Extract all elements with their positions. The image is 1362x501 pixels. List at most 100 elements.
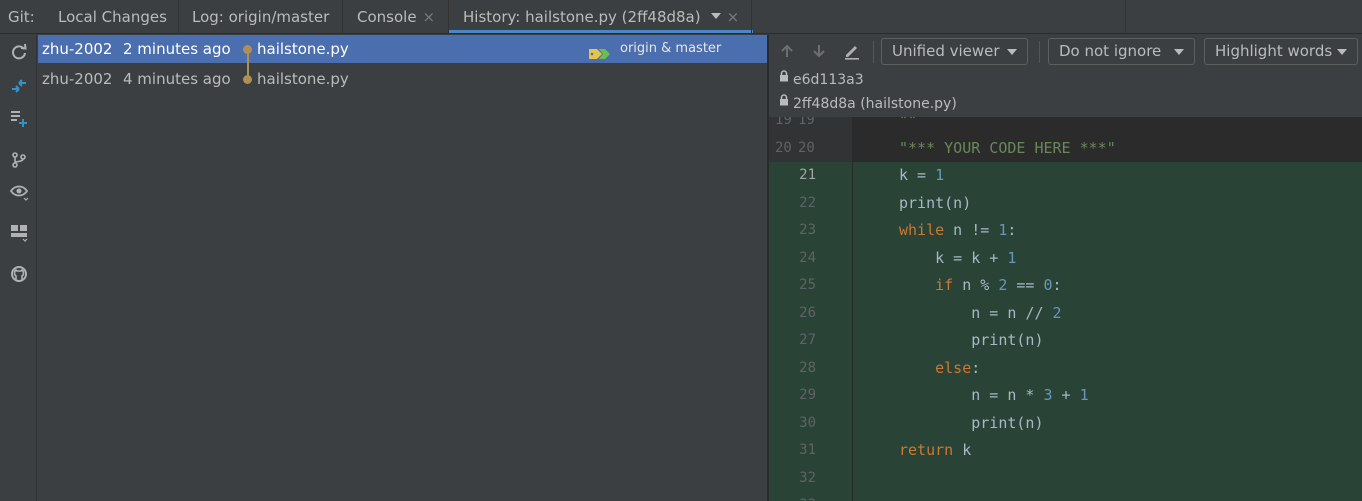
commit-row[interactable]: zhu-2002 4 minutes ago hailstone.py (38, 65, 767, 93)
close-icon[interactable]: × (423, 8, 436, 26)
code-line[interactable]: 27 print(n) (769, 327, 1362, 355)
diff-editor[interactable]: 19 19 "" 20 20 "*** YOUR CODE HERE ***" 21 k = … (769, 117, 1362, 501)
pull-icon[interactable] (8, 75, 30, 97)
code-line[interactable]: 29 n = n * 3 + 1 (769, 382, 1362, 410)
tab-label: Console (357, 8, 417, 26)
new-line-number: 24 (799, 249, 816, 266)
diff-toolbar: Unified viewer Do not ignore Highlight w… (769, 35, 1362, 68)
line-number: 25 (769, 272, 852, 300)
github-icon[interactable] (8, 263, 30, 285)
commit-time: 4 minutes ago (123, 70, 231, 88)
line-number: 29 (769, 382, 852, 410)
commit-message: hailstone.py (257, 70, 349, 88)
code-line[interactable]: 33 (769, 492, 1362, 501)
ignore-select-value: Do not ignore (1059, 42, 1162, 60)
new-line-number: 28 (799, 359, 816, 376)
new-line-number: 20 (798, 139, 815, 156)
code-text: return k (899, 441, 972, 459)
graph-edge (247, 49, 249, 79)
code-text: print(n) (899, 193, 972, 212)
revision-label: e6d113a3 (779, 69, 864, 91)
code-line[interactable]: 21 k = 1 (769, 162, 1362, 190)
code-line[interactable]: 20 20 "*** YOUR CODE HERE ***" (769, 134, 1362, 162)
line-number: 31 (769, 437, 852, 465)
chevron-down-icon (1007, 49, 1017, 55)
commit-list: zhu-2002 2 minutes ago hailstone.py orig… (38, 35, 767, 501)
highlight-select[interactable]: Highlight words (1204, 38, 1358, 65)
new-line-number: 19 (798, 117, 815, 128)
line-number: 33 (769, 492, 852, 501)
revision-label: 2ff48d8a (hailstone.py) (779, 93, 957, 115)
refresh-icon[interactable] (8, 41, 30, 63)
line-number: 28 (769, 354, 852, 382)
line-number: 26 (769, 299, 852, 327)
code-line[interactable]: 32 (769, 464, 1362, 492)
update-project-icon[interactable] (8, 107, 30, 129)
tab-log[interactable]: Log: origin/master (192, 0, 329, 34)
highlight-select-value: Highlight words (1215, 42, 1333, 60)
tab-label: Log: origin/master (192, 8, 330, 26)
tab-history[interactable]: History: hailstone.py (2ff48d8a) × (448, 0, 754, 34)
branch-icon[interactable] (8, 149, 30, 171)
code-text: n = n // 2 (899, 303, 1062, 322)
line-number: 30 (769, 409, 852, 437)
new-line-number: 26 (799, 304, 816, 321)
code-line[interactable]: 23 while n != 1: (769, 217, 1362, 245)
tab-label: Local Changes (58, 8, 167, 26)
new-line-number: 27 (799, 332, 816, 348)
code-text: n = n * 3 + 1 (899, 386, 1089, 404)
code-text: "" (899, 117, 918, 129)
code-text: "*** YOUR CODE HERE ***" (899, 138, 1116, 157)
close-icon[interactable]: × (727, 8, 740, 26)
code-text: if n % 2 == 0: (935, 276, 1062, 294)
code-line[interactable]: 28 else: (769, 354, 1362, 382)
git-label: Git: (8, 8, 35, 26)
commit-author: zhu-2002 (42, 40, 113, 58)
code-line[interactable]: 30 print(n) (769, 409, 1362, 437)
arrow-down-icon[interactable] (809, 41, 829, 61)
code-line[interactable]: 22 print(n) (769, 189, 1362, 217)
commit-author: zhu-2002 (42, 70, 113, 88)
new-line-number: 31 (799, 442, 816, 458)
lock-icon (779, 67, 789, 89)
new-line-number: 25 (799, 277, 816, 293)
code-line[interactable]: 24 k = k + 1 (769, 244, 1362, 272)
lock-icon (779, 91, 789, 113)
chevron-down-icon[interactable] (710, 12, 721, 19)
code-line[interactable]: 31 return k (769, 437, 1362, 465)
line-number: 23 (769, 217, 852, 245)
old-line-number: 20 (775, 139, 792, 156)
line-number: 21 (769, 162, 852, 190)
new-line-number: 33 (769, 492, 816, 501)
new-line-number: 30 (799, 414, 816, 431)
commit-time: 2 minutes ago (123, 40, 231, 58)
code-line[interactable]: 25 if n % 2 == 0: (769, 272, 1362, 300)
commit-refs: origin & master (620, 41, 722, 56)
code-text: k = k + 1 (899, 248, 1017, 267)
old-line-number: 19 (775, 117, 792, 128)
diff-panel: Unified viewer Do not ignore Highlight w… (769, 35, 1362, 501)
viewer-select-value: Unified viewer (892, 42, 1000, 60)
tab-console[interactable]: Console × (357, 0, 435, 34)
edit-icon[interactable] (842, 41, 862, 61)
code-line[interactable]: 19 19 "" (769, 117, 1362, 135)
code-text: print(n) (899, 331, 1044, 349)
layout-icon[interactable] (8, 221, 30, 243)
line-number: 19 19 (769, 117, 852, 135)
arrow-up-icon[interactable] (777, 41, 797, 61)
code-line[interactable]: 26 n = n // 2 (769, 299, 1362, 327)
revision-hash: 2ff48d8a (hailstone.py) (793, 96, 957, 112)
ignore-select[interactable]: Do not ignore (1048, 38, 1195, 65)
new-line-number: 22 (799, 194, 816, 211)
line-number: 32 (769, 464, 852, 492)
chevron-down-icon (1337, 49, 1347, 55)
commit-row[interactable]: zhu-2002 2 minutes ago hailstone.py orig… (38, 35, 767, 63)
code-text: while n != 1: (899, 221, 1017, 239)
new-line-number: 32 (799, 469, 816, 486)
eye-icon[interactable] (8, 181, 30, 203)
tab-local-changes[interactable]: Local Changes (58, 0, 167, 34)
viewer-select[interactable]: Unified viewer (881, 38, 1028, 65)
code-text: k = 1 (899, 166, 945, 184)
tool-window-tabbar: Git: Local Changes Log: origin/master Co… (0, 0, 1362, 34)
commit-message: hailstone.py (257, 40, 349, 58)
